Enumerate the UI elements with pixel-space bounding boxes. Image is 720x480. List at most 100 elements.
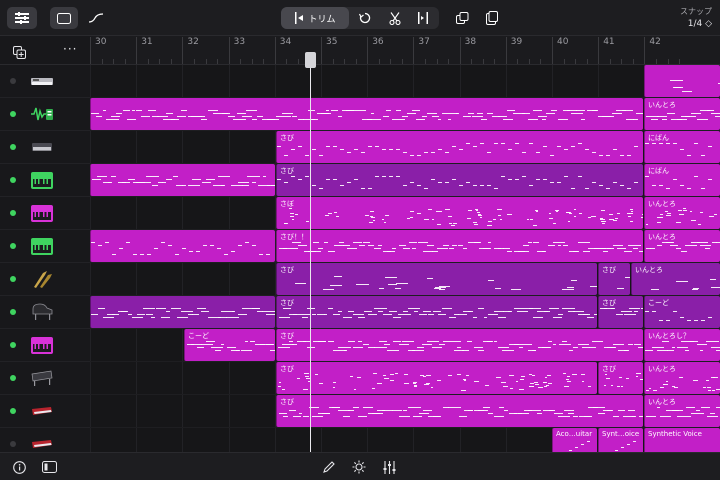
track-active-dot[interactable] xyxy=(10,375,16,381)
midi-note xyxy=(97,176,107,177)
midi-region[interactable]: さび xyxy=(276,263,597,295)
duplicate-button[interactable] xyxy=(451,7,473,29)
midi-note xyxy=(242,185,250,186)
midi-note xyxy=(700,245,712,246)
track-header[interactable] xyxy=(0,362,90,395)
midi-note xyxy=(136,110,142,111)
midi-note xyxy=(502,350,514,351)
split-tool-button[interactable] xyxy=(385,7,405,29)
add-track-button[interactable] xyxy=(13,44,26,63)
midi-note xyxy=(427,113,437,114)
snap-control[interactable]: スナップ 1/4 ◇ xyxy=(680,6,712,30)
midi-note xyxy=(634,146,638,147)
track-header[interactable] xyxy=(0,65,90,98)
track-lane[interactable] xyxy=(90,65,720,98)
pencil-button[interactable] xyxy=(321,459,337,475)
track-active-dot[interactable] xyxy=(10,441,16,447)
mixer-button[interactable] xyxy=(381,459,397,475)
midi-note xyxy=(392,248,397,249)
midi-note xyxy=(126,242,130,243)
track-header[interactable] xyxy=(0,131,90,164)
midi-region[interactable]: こーど xyxy=(644,296,720,328)
midi-region[interactable]: いんとろし？ xyxy=(644,329,720,361)
track-active-dot[interactable] xyxy=(10,78,16,84)
midi-note xyxy=(122,182,131,183)
bar-number: 33 xyxy=(228,37,245,64)
midi-note xyxy=(166,179,172,180)
midi-region[interactable]: さび xyxy=(598,362,643,394)
track-header[interactable] xyxy=(0,263,90,296)
midi-region[interactable]: さび！！ xyxy=(276,230,643,262)
midi-region[interactable]: さぼ xyxy=(276,197,643,229)
track-active-dot[interactable] xyxy=(10,210,16,216)
midi-note xyxy=(568,212,573,214)
track-active-dot[interactable] xyxy=(10,309,16,315)
track-header[interactable] xyxy=(0,395,90,428)
more-options-button[interactable]: ··· xyxy=(63,42,77,56)
midi-region[interactable]: にばん xyxy=(644,131,720,163)
midi-region[interactable]: いんとろ xyxy=(644,197,720,229)
track-header[interactable] xyxy=(0,98,90,131)
track-active-dot[interactable] xyxy=(10,177,16,183)
midi-note xyxy=(473,347,483,348)
midi-region[interactable]: こーど xyxy=(184,329,275,361)
midi-region[interactable]: さび xyxy=(598,296,643,328)
midi-region[interactable]: さび xyxy=(276,164,643,196)
midi-region[interactable]: いんとろ xyxy=(631,263,720,295)
track-header[interactable] xyxy=(0,197,90,230)
brightness-button[interactable] xyxy=(351,459,367,475)
midi-region[interactable]: さび xyxy=(276,296,597,328)
track-header[interactable] xyxy=(0,329,90,362)
midi-region[interactable]: Synt…oice xyxy=(598,428,643,452)
midi-note xyxy=(513,413,517,414)
automation-button[interactable] xyxy=(84,7,108,29)
track-area[interactable]: いんとろ さび にばん さび にばん さぼ いんとろ さび！！ いんとろ さび さび いんとろ さび さび… xyxy=(90,65,720,452)
track-header[interactable] xyxy=(0,164,90,197)
midi-note xyxy=(693,380,699,382)
midi-note xyxy=(599,155,603,156)
midi-region[interactable] xyxy=(644,65,720,97)
midi-note xyxy=(533,242,540,243)
midi-note xyxy=(424,152,428,153)
track-active-dot[interactable] xyxy=(10,111,16,117)
window-view-button[interactable] xyxy=(50,7,78,29)
midi-note xyxy=(382,149,386,150)
midi-region[interactable]: さび xyxy=(598,263,630,295)
midi-note xyxy=(468,209,473,211)
midi-region[interactable]: いんとろ xyxy=(644,230,720,262)
midi-note xyxy=(680,149,684,150)
midi-region[interactable]: さび xyxy=(276,329,643,361)
track-active-dot[interactable] xyxy=(10,408,16,414)
track-active-dot[interactable] xyxy=(10,342,16,348)
midi-region[interactable]: さび xyxy=(276,362,597,394)
midi-region[interactable]: さび xyxy=(276,131,643,163)
paste-button[interactable] xyxy=(481,7,503,29)
loop-tool-button[interactable] xyxy=(355,7,375,29)
midi-region[interactable] xyxy=(90,164,275,196)
midi-region[interactable]: さび xyxy=(276,395,643,427)
midi-region[interactable]: Aco…uitar xyxy=(552,428,597,452)
join-tool-button[interactable] xyxy=(413,7,433,29)
track-header[interactable] xyxy=(0,296,90,329)
track-active-dot[interactable] xyxy=(10,276,16,282)
midi-note xyxy=(106,119,120,120)
tracks-view-button[interactable] xyxy=(7,7,37,29)
timeline-ruler[interactable]: 30 31 32 33 34 35 36 37 38 39 40 41 42 xyxy=(90,36,720,65)
midi-region[interactable] xyxy=(90,98,643,130)
library-button[interactable] xyxy=(41,459,57,475)
track-active-dot[interactable] xyxy=(10,144,16,150)
midi-region[interactable]: いんとろ xyxy=(644,395,720,427)
midi-region[interactable] xyxy=(90,296,275,328)
trim-tool-button[interactable]: トリム xyxy=(281,7,349,29)
midi-region[interactable]: にばん xyxy=(644,164,720,196)
playhead-handle[interactable] xyxy=(305,52,316,68)
midi-region[interactable]: いんとろ xyxy=(644,98,720,130)
midi-region[interactable]: いんとろ xyxy=(644,362,720,394)
midi-note xyxy=(382,218,385,220)
info-button[interactable] xyxy=(11,459,27,475)
track-active-dot[interactable] xyxy=(10,243,16,249)
midi-note xyxy=(557,119,569,120)
track-header[interactable] xyxy=(0,230,90,263)
midi-region[interactable]: Synthetic Voice xyxy=(644,428,720,452)
midi-region[interactable] xyxy=(90,230,275,262)
